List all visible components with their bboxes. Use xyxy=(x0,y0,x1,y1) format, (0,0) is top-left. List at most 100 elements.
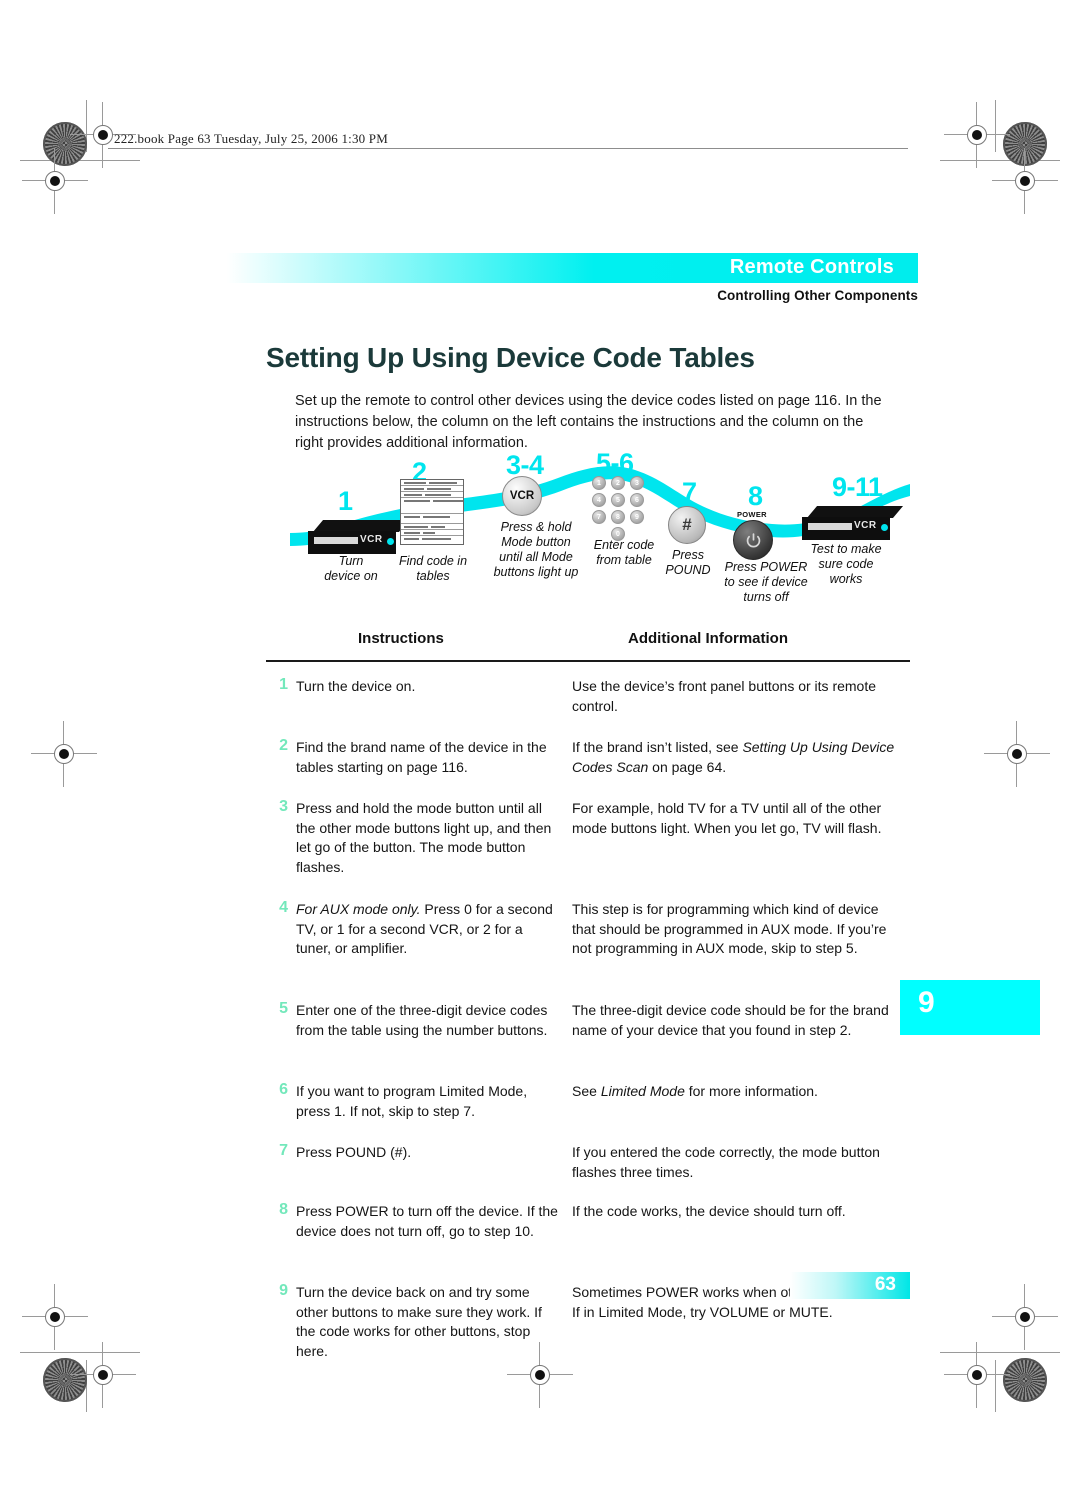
chapter-title: Remote Controls xyxy=(729,256,894,278)
step-additional-info: If you entered the code correctly, the m… xyxy=(572,1144,880,1180)
additional-suffix: on page 64. xyxy=(648,758,727,775)
vcr-device-icon-1: VCR xyxy=(308,520,410,554)
registration-mark-bottom-right xyxy=(944,1342,1010,1408)
step-number: 1 xyxy=(279,676,288,693)
code-table-icon xyxy=(400,479,464,545)
registration-mark-top-right xyxy=(944,102,1010,168)
registration-mark-upper-left xyxy=(22,148,88,214)
power-button-text-label: POWER xyxy=(737,510,767,519)
step-additional-info: If the brand isn’t listed, see Setting U… xyxy=(572,738,902,777)
table-header-row: Instructions Additional Information xyxy=(266,630,910,668)
table-row: 3 Press and hold the mode button until a… xyxy=(266,798,910,886)
vcr-device-label: VCR xyxy=(360,534,383,545)
keypad-key-9: 9 xyxy=(630,510,644,524)
column-header-instructions: Instructions xyxy=(358,630,444,647)
chapter-header-bar: Remote Controls xyxy=(198,253,918,283)
trim-line-bottom-right-v xyxy=(995,1360,996,1412)
step-number: 5 xyxy=(279,1000,288,1017)
number-keypad-icon: 1 2 3 4 5 6 7 8 9 0 xyxy=(592,476,654,541)
step-instruction: Turn the device on. xyxy=(296,678,416,694)
step-instruction: For AUX mode only. Press 0 for a second … xyxy=(296,900,558,959)
trim-line-top-right xyxy=(940,160,1060,161)
step-number: 9 xyxy=(279,1282,288,1299)
registration-mark-mid-right xyxy=(984,721,1050,787)
step-number: 2 xyxy=(279,737,288,754)
table-row: 7 Press POUND (#). If you entered the co… xyxy=(266,1142,910,1188)
diagram-step-number-7: 7 xyxy=(682,477,697,507)
page-number: 63 xyxy=(874,1274,896,1295)
registration-target-top-left xyxy=(43,122,87,166)
print-file-line: 222.book Page 63 Tuesday, July 25, 2006 … xyxy=(114,131,388,146)
keypad-key-7: 7 xyxy=(592,510,606,524)
mode-button-label: VCR xyxy=(509,490,535,502)
trim-line-bottom-right xyxy=(940,1352,1060,1353)
additional-prefix: See xyxy=(572,1083,601,1099)
registration-mark-lower-right xyxy=(992,1284,1058,1350)
step-additional-info: The three-digit device code should be fo… xyxy=(572,1002,889,1038)
vcr-power-led-icon xyxy=(387,538,394,545)
table-row: 1 Turn the device on. Use the device’s f… xyxy=(266,676,910,724)
keypad-key-3: 3 xyxy=(630,476,644,490)
setup-flow-diagram: 1 VCR Turn device on 2 Find code in tabl… xyxy=(290,448,910,613)
registration-mark-lower-left xyxy=(22,1284,88,1350)
diagram-step-number-8: 8 xyxy=(748,481,763,511)
table-header-rule xyxy=(266,660,910,662)
additional-prefix: If the brand isn’t listed, see xyxy=(572,739,743,755)
page-folio: 63 xyxy=(790,1272,910,1299)
step-number: 7 xyxy=(279,1142,288,1159)
table-row: 8 Press POWER to turn off the device. If… xyxy=(266,1201,910,1269)
trim-line-top-right-v xyxy=(995,100,996,152)
vcr-mode-button-icon: VCR xyxy=(502,476,542,516)
step-number: 4 xyxy=(279,899,288,916)
step-instruction: Press POWER to turn off the device. If t… xyxy=(296,1203,558,1239)
step-additional-info: If the code works, the device should tur… xyxy=(572,1203,846,1219)
power-button-icon xyxy=(733,520,773,560)
pound-button-label: # xyxy=(682,515,692,534)
trim-line-top-left xyxy=(20,160,140,161)
keypad-key-2: 2 xyxy=(611,476,625,490)
step-instruction: Press POUND (#). xyxy=(296,1144,412,1160)
keypad-key-6: 6 xyxy=(630,493,644,507)
table-body: 1 Turn the device on. Use the device’s f… xyxy=(266,676,910,1368)
keypad-key-5: 5 xyxy=(611,493,625,507)
diagram-step-number-9-11: 9-11 xyxy=(832,472,883,502)
step-additional-info: This step is for programming which kind … xyxy=(572,901,887,956)
registration-target-bottom-left xyxy=(43,1358,87,1402)
trim-line-bottom-left xyxy=(20,1352,140,1353)
registration-target-top-right xyxy=(1003,122,1047,166)
step-number: 6 xyxy=(279,1081,288,1098)
column-header-additional: Additional Information xyxy=(628,630,788,647)
diagram-step-number-1: 1 xyxy=(338,486,353,516)
registration-mark-bottom-left xyxy=(70,1342,136,1408)
additional-suffix: for more information. xyxy=(684,1083,818,1099)
instructions-table: Instructions Additional Information 1 Tu… xyxy=(266,630,910,1381)
additional-emphasis: Limited Mode xyxy=(600,1083,685,1099)
step-instruction: If you want to program Limited Mode, pre… xyxy=(296,1083,528,1119)
chapter-number: 9 xyxy=(918,986,935,1019)
vcr-power-led-icon-2 xyxy=(881,524,888,531)
step-number: 3 xyxy=(279,798,288,815)
diagram-step-caption-9-11: Test to make sure code works xyxy=(810,542,882,586)
table-row: 2 Find the brand name of the device in t… xyxy=(266,737,910,785)
page-canvas: 222.book Page 63 Tuesday, July 25, 2006 … xyxy=(0,0,1080,1512)
section-title: Controlling Other Components xyxy=(717,288,918,303)
table-row: 5 Enter one of the three-digit device co… xyxy=(266,1000,910,1068)
step-instruction: Turn the device back on and try some oth… xyxy=(296,1284,542,1359)
page-title: Setting Up Using Device Code Tables xyxy=(266,342,755,373)
step-number: 8 xyxy=(279,1201,288,1218)
instruction-emphasis: For AUX mode only. xyxy=(296,901,421,917)
keypad-key-4: 4 xyxy=(592,493,606,507)
chapter-thumb-tab: 9 xyxy=(900,980,1040,1035)
step-instruction: Enter one of the three-digit device code… xyxy=(296,1002,548,1038)
keypad-key-1: 1 xyxy=(592,476,606,490)
pound-button-icon: # xyxy=(668,506,706,544)
registration-mark-upper-right xyxy=(992,148,1058,214)
table-row: 6 If you want to program Limited Mode, p… xyxy=(266,1081,910,1129)
table-row: 4 For AUX mode only. Press 0 for a secon… xyxy=(266,899,910,987)
file-line-rule xyxy=(108,148,908,149)
step-additional-info: For example, hold TV for a TV until all … xyxy=(572,800,882,836)
registration-target-bottom-right xyxy=(1003,1358,1047,1402)
step-instruction: Find the brand name of the device in the… xyxy=(296,739,547,775)
intro-paragraph: Set up the remote to control other devic… xyxy=(295,393,882,451)
registration-mark-mid-left xyxy=(31,721,97,787)
